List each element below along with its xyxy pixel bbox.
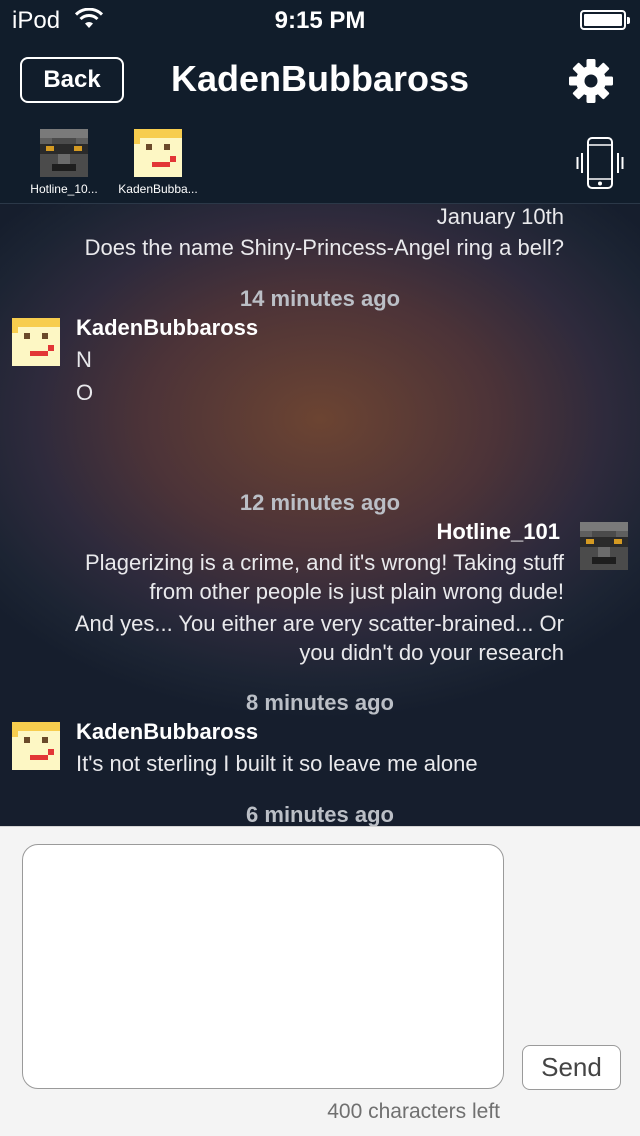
phone-vibrate-icon[interactable]	[576, 136, 624, 190]
message-timestamp: 14 minutes ago	[239, 286, 401, 311]
composer: Send 400 characters left	[0, 826, 640, 1136]
navigation-bar: Back KadenBubbaross	[0, 40, 640, 124]
participant-hotline[interactable]: Hotline_10...	[19, 129, 109, 196]
participant-kaden[interactable]: KadenBubba...	[113, 129, 203, 196]
message-input[interactable]	[22, 844, 504, 1089]
participant-name: Hotline_10...	[30, 182, 98, 196]
message-line: N	[76, 347, 92, 372]
gear-icon[interactable]	[568, 58, 614, 104]
message-timestamp: 8 minutes ago	[246, 690, 394, 715]
message-line: from other people is just plain wrong du…	[149, 579, 564, 604]
message-sender: Hotline_101	[436, 519, 561, 544]
page-title: KadenBubbaross	[170, 58, 470, 99]
message-date: January 10th	[436, 204, 564, 229]
message-sender: KadenBubbaross	[76, 315, 259, 340]
message-line: Does the name Shiny-Princess-Angel ring …	[84, 235, 564, 260]
message-timestamp: 6 minutes ago	[246, 802, 394, 826]
avatar	[40, 129, 88, 177]
status-time: 9:15 PM	[274, 7, 366, 34]
characters-left-label: 400 characters left	[327, 1100, 500, 1123]
message-line: Plagerizing is a crime, and it's wrong! …	[84, 550, 564, 575]
message-line: O	[76, 380, 94, 405]
message-line: And yes... You either are very scatter-b…	[74, 611, 564, 636]
avatar[interactable]	[12, 722, 60, 770]
battery-icon	[580, 10, 630, 30]
chat-scroll-area[interactable]: January 10th Does the name Shiny-Princes…	[0, 204, 640, 826]
message-line: It's not sterling I built it so leave me…	[76, 751, 478, 776]
message-line: you didn't do your research	[299, 640, 564, 665]
participant-name: KadenBubba...	[118, 182, 198, 196]
participants-bar: Hotline_10... KadenBubba...	[0, 124, 640, 204]
avatar	[134, 129, 182, 177]
message-timestamp: 12 minutes ago	[239, 490, 401, 515]
avatar[interactable]	[12, 318, 60, 366]
back-button[interactable]: Back	[20, 57, 124, 103]
message-sender: KadenBubbaross	[76, 719, 259, 744]
avatar[interactable]	[580, 522, 628, 570]
status-bar: iPod 9:15 PM	[0, 0, 640, 40]
send-button[interactable]: Send	[522, 1045, 621, 1090]
